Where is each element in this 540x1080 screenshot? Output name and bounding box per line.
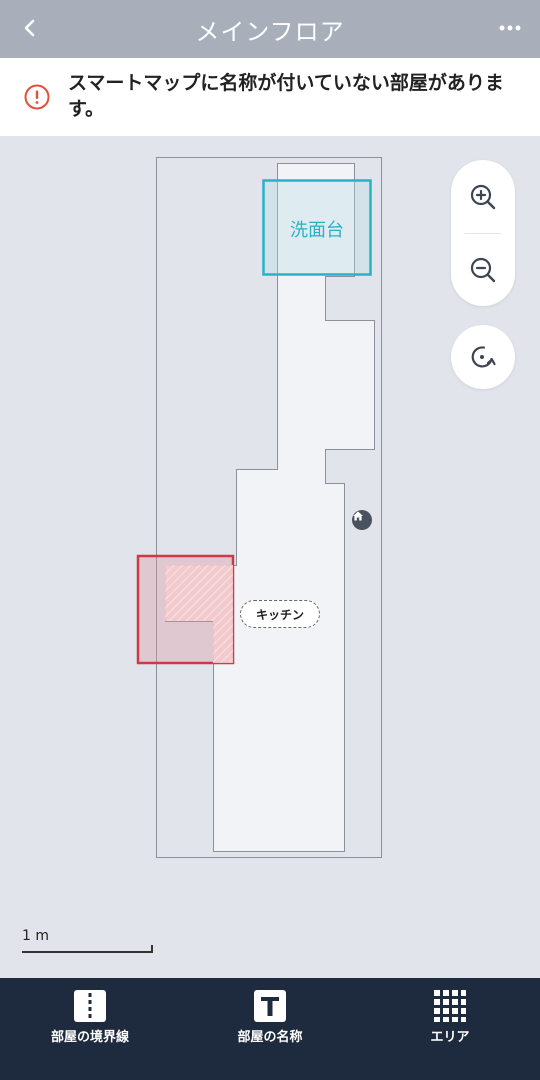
zoom-in-button[interactable]	[451, 165, 515, 229]
room-label-washbasin[interactable]: 洗面台	[264, 216, 370, 242]
warning-banner[interactable]: スマートマップに名称が付いていない部屋があります。	[0, 58, 540, 136]
tab-label: エリア	[430, 1030, 470, 1045]
rotate-icon	[471, 346, 496, 368]
zoom-controls	[451, 160, 515, 306]
more-dots-icon	[499, 25, 521, 31]
tab-area[interactable]: エリア	[360, 978, 540, 1080]
tab-label: 部屋の名称	[237, 1030, 303, 1045]
zoom-divider	[465, 233, 501, 234]
rotate-button[interactable]	[451, 325, 515, 389]
page-title: メインフロア	[195, 18, 345, 46]
top-header: メインフロア	[0, 0, 540, 58]
room-divider-icon	[72, 988, 108, 1024]
tab-room-name[interactable]: 部屋の名称	[180, 978, 360, 1080]
alert-circle-icon	[24, 84, 50, 110]
back-button[interactable]	[14, 12, 46, 44]
tab-room-divider[interactable]: 部屋の境界線	[0, 978, 180, 1080]
warning-message: スマートマップに名称が付いていない部屋があります。	[68, 72, 504, 120]
zoom-in-icon	[470, 184, 496, 210]
scale-bar	[22, 945, 153, 953]
room-label-kitchen[interactable]: キッチン	[240, 600, 320, 628]
text-t-icon	[252, 988, 288, 1024]
grid-area-icon	[432, 988, 468, 1024]
zoom-out-icon	[470, 257, 496, 283]
more-button[interactable]	[494, 12, 526, 44]
zoom-out-button[interactable]	[451, 238, 515, 302]
scale-label: 1 m	[22, 928, 49, 944]
tab-label: 部屋の境界線	[50, 1030, 129, 1045]
bottom-toolbar: 部屋の境界線 部屋の名称 エリア	[0, 978, 540, 1080]
home-icon	[352, 510, 372, 530]
chevron-left-icon	[24, 19, 35, 37]
